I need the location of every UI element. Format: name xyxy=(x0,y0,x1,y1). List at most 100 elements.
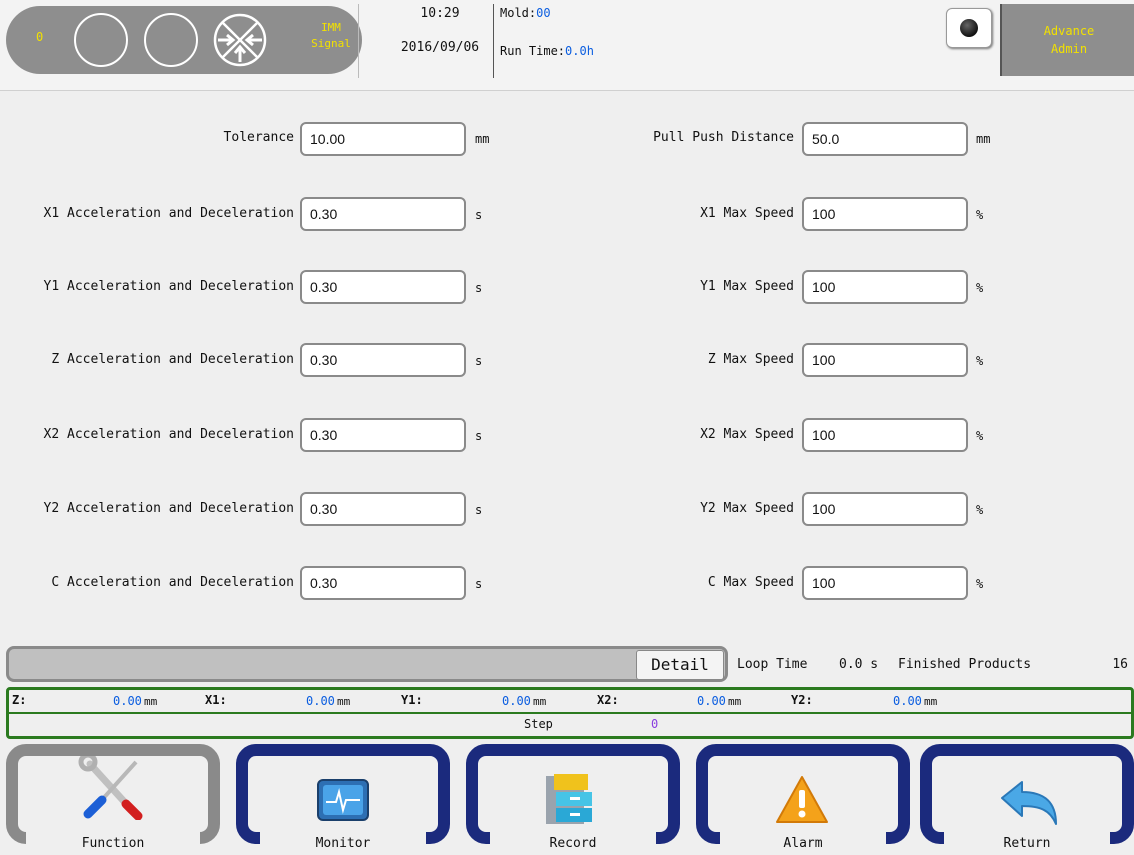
signal-counter: 0 xyxy=(36,30,44,44)
nav-monitor-button[interactable]: Monitor xyxy=(236,744,450,855)
axis-label: Y1: xyxy=(401,693,423,707)
axis-label: Y2: xyxy=(791,693,813,707)
nav-function-button[interactable]: Function xyxy=(6,744,220,855)
field-unit: s xyxy=(475,577,483,591)
axis-value: 0.00 xyxy=(502,694,531,708)
axis-value: 0.00 xyxy=(306,694,335,708)
field-label: X2 Max Speed xyxy=(700,427,794,442)
mold-label: Mold: xyxy=(500,6,537,20)
field-label: X2 Acceleration and Deceleration xyxy=(43,427,294,442)
progress-bar xyxy=(6,646,728,682)
finished-products-label: Finished Products xyxy=(898,657,1032,672)
clock-time: 10:29 xyxy=(420,6,460,21)
imm-signal-line2: Signal xyxy=(311,37,351,50)
c-max-speed-input[interactable]: 100 xyxy=(802,566,968,600)
y2-max-speed-input[interactable]: 100 xyxy=(802,492,968,526)
axis-value: 0.00 xyxy=(893,694,922,708)
field-label: Y2 Max Speed xyxy=(700,501,794,516)
runtime-value: 0.0h xyxy=(565,44,594,58)
camera-icon xyxy=(960,19,978,37)
y1-max-speed-input[interactable]: 100 xyxy=(802,270,968,304)
user-level: Advance xyxy=(1043,24,1095,38)
step-label: Step xyxy=(524,717,553,731)
c-accel-input[interactable]: 0.30 xyxy=(300,566,466,600)
y1-accel-input[interactable]: 0.30 xyxy=(300,270,466,304)
runtime-info: Run Time:0.0h xyxy=(500,44,594,58)
status-circle-icon xyxy=(74,13,128,67)
y2-accel-input[interactable]: 0.30 xyxy=(300,492,466,526)
finished-products-value: 16 xyxy=(1112,657,1128,672)
user-name: Admin xyxy=(1050,42,1088,56)
field-unit: % xyxy=(976,577,984,591)
screenshot-button[interactable] xyxy=(946,8,992,48)
nav-alarm-button[interactable]: Alarm xyxy=(696,744,910,855)
monitor-icon xyxy=(316,778,370,828)
x2-max-speed-input[interactable]: 100 xyxy=(802,418,968,452)
warning-icon xyxy=(774,774,830,830)
user-panel[interactable]: Advance Admin xyxy=(1000,4,1134,76)
axis-unit: mm xyxy=(924,695,938,708)
x2-accel-input[interactable]: 0.30 xyxy=(300,418,466,452)
x1-accel-input[interactable]: 0.30 xyxy=(300,197,466,231)
field-unit: % xyxy=(976,281,984,295)
x1-max-speed-input[interactable]: 100 xyxy=(802,197,968,231)
axis-label: X2: xyxy=(597,693,619,707)
signal-panel: 0 IMM Signal xyxy=(6,6,362,74)
field-unit: % xyxy=(976,429,984,443)
axis-unit: mm xyxy=(533,695,547,708)
field-unit: s xyxy=(475,429,483,443)
field-unit: mm xyxy=(976,132,991,146)
runtime-label: Run Time: xyxy=(500,44,566,58)
field-unit: s xyxy=(475,208,483,222)
axis-label: X1: xyxy=(205,693,227,707)
axis-value: 0.00 xyxy=(113,694,142,708)
field-label: Z Acceleration and Deceleration xyxy=(51,352,294,367)
nav-label: Function xyxy=(81,836,145,851)
nav-record-button[interactable]: Record xyxy=(466,744,680,855)
loop-time-label: Loop Time xyxy=(737,657,808,672)
z-max-speed-input[interactable]: 100 xyxy=(802,343,968,377)
divider xyxy=(9,712,1131,714)
loop-time-value: 0.0 s xyxy=(839,657,879,672)
axis-value: 0.00 xyxy=(697,694,726,708)
field-label: Tolerance xyxy=(223,130,294,145)
field-label: Pull Push Distance xyxy=(653,130,794,145)
field-label: X1 Acceleration and Deceleration xyxy=(43,206,294,221)
field-unit: mm xyxy=(475,132,490,146)
return-arrow-icon xyxy=(998,778,1060,832)
wrench-screwdriver-icon xyxy=(78,752,148,824)
field-label: C Max Speed xyxy=(707,575,794,590)
clamp-arrows-icon xyxy=(212,12,268,72)
axis-unit: mm xyxy=(728,695,742,708)
nav-label: Return xyxy=(1003,836,1051,851)
field-label: Z Max Speed xyxy=(707,352,794,367)
nav-label: Alarm xyxy=(783,836,823,851)
field-unit: s xyxy=(475,354,483,368)
clock-date: 2016/09/06 xyxy=(400,40,480,55)
header-bar: 0 IMM Signal 10:29 2016/09/06 Mold:00 Ru… xyxy=(0,0,1134,91)
field-unit: % xyxy=(976,208,984,222)
mold-value: 00 xyxy=(536,6,551,20)
field-unit: s xyxy=(475,503,483,517)
axis-unit: mm xyxy=(337,695,351,708)
field-label: C Acceleration and Deceleration xyxy=(51,575,294,590)
imm-signal-label: IMM Signal xyxy=(306,20,356,52)
axis-unit: mm xyxy=(144,695,158,708)
detail-button[interactable]: Detail xyxy=(636,650,724,680)
axis-position-panel: Z: 0.00 mm X1: 0.00 mm Y1: 0.00 mm X2: 0… xyxy=(6,687,1134,739)
field-label: X1 Max Speed xyxy=(700,206,794,221)
step-value: 0 xyxy=(651,717,659,731)
z-accel-input[interactable]: 0.30 xyxy=(300,343,466,377)
divider xyxy=(358,4,359,78)
field-label: Y1 Acceleration and Deceleration xyxy=(43,279,294,294)
nav-label: Record xyxy=(549,836,597,851)
axis-label: Z: xyxy=(12,693,27,707)
pull-push-distance-input[interactable]: 50.0 xyxy=(802,122,968,156)
field-unit: s xyxy=(475,281,483,295)
tolerance-input[interactable]: 10.00 xyxy=(300,122,466,156)
field-unit: % xyxy=(976,503,984,517)
field-label: Y2 Acceleration and Deceleration xyxy=(43,501,294,516)
mold-info: Mold:00 xyxy=(500,6,551,20)
divider xyxy=(493,4,494,78)
nav-return-button[interactable]: Return xyxy=(920,744,1134,855)
